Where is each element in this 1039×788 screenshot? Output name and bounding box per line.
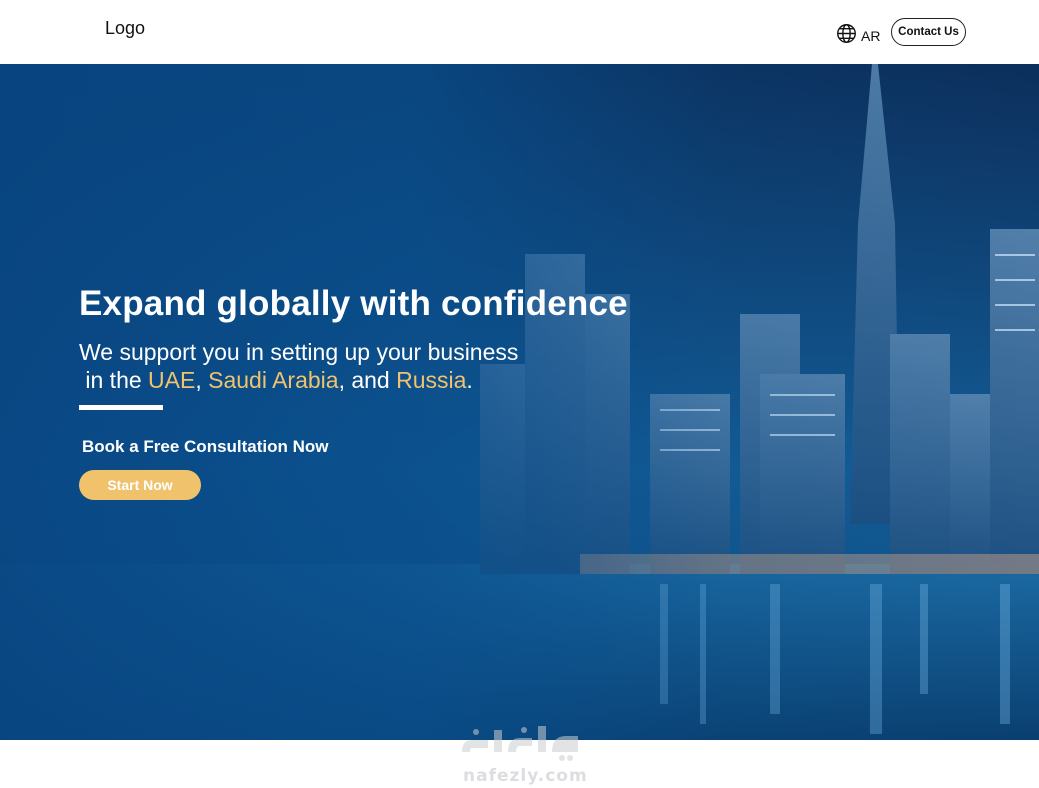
site-header: Logo AR Contact Us (0, 0, 1039, 64)
consultation-text: Book a Free Consultation Now (82, 437, 329, 456)
logo[interactable]: Logo (105, 18, 145, 39)
hero-subtitle: We support you in setting up your busine… (79, 338, 518, 394)
hero-section: Expand globally with confidence We suppo… (0, 64, 1039, 740)
hero-title: Expand globally with confidence (79, 284, 628, 323)
subtitle-prefix: in the (79, 367, 149, 393)
watermark: nafezly.com (458, 722, 587, 788)
watermark-logo (462, 726, 578, 761)
period: . (466, 367, 473, 393)
divider (79, 405, 163, 410)
subtitle-line1: We support you in setting up your busine… (79, 339, 519, 365)
language-label: AR (861, 28, 881, 44)
country-uae: UAE (148, 367, 196, 393)
start-now-button[interactable]: Start Now (79, 470, 201, 500)
language-switcher[interactable]: AR (836, 23, 880, 49)
separator: , and (338, 367, 397, 393)
watermark-text: nafezly.com (463, 766, 588, 786)
globe-icon (836, 23, 857, 49)
separator: , (195, 367, 209, 393)
contact-us-button[interactable]: Contact Us (891, 18, 966, 46)
country-russia: Russia (396, 367, 467, 393)
country-saudi-arabia: Saudi Arabia (208, 367, 339, 393)
